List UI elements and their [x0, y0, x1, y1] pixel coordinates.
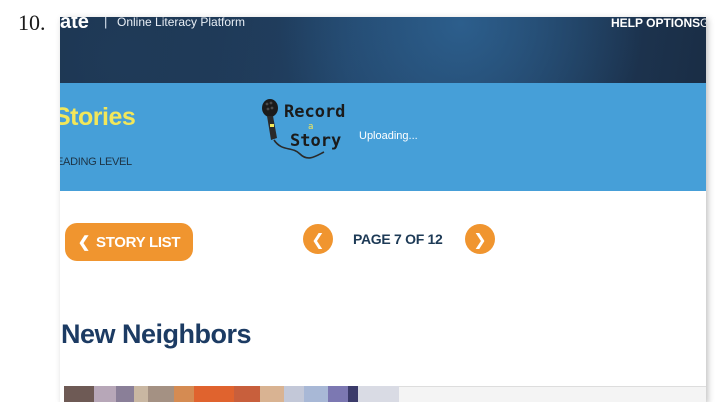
reading-level-label[interactable]: EADING LEVEL [60, 156, 132, 168]
record-logo-line3: Story [290, 131, 341, 151]
header-divider: | [104, 17, 108, 29]
page-indicator: PAGE 7 OF 12 [353, 231, 443, 247]
record-logo-line1: Record [284, 102, 345, 122]
top-banner: ate | Online Literacy Platform HELP OPTI… [60, 17, 706, 83]
upload-status-text: Uploading... [359, 130, 418, 142]
chevron-right-icon: ❯ [473, 229, 487, 249]
header-next-link-fragment[interactable]: G [700, 17, 706, 30]
story-page-text-area [399, 386, 706, 402]
site-logo-fragment[interactable]: ate [60, 17, 89, 34]
app-screenshot-frame: ate | Online Literacy Platform HELP OPTI… [60, 17, 706, 402]
list-number: 10. [18, 10, 46, 35]
record-a-story-logo[interactable]: Record a Story [258, 96, 358, 160]
story-page-illustration [64, 386, 399, 402]
previous-page-button[interactable]: ❮ [303, 224, 333, 254]
help-options-link[interactable]: HELP OPTIONS [611, 17, 700, 30]
chevron-left-icon: ❮ [77, 234, 91, 251]
chevron-left-icon: ❮ [311, 229, 325, 249]
platform-name: Online Literacy Platform [117, 17, 246, 29]
next-page-button[interactable]: ❯ [465, 224, 495, 254]
story-title: New Neighbors [61, 319, 252, 349]
story-list-label: STORY LIST [96, 233, 181, 251]
story-list-button[interactable]: ❮ STORY LIST [65, 223, 193, 261]
page-title: Stories [60, 103, 136, 131]
